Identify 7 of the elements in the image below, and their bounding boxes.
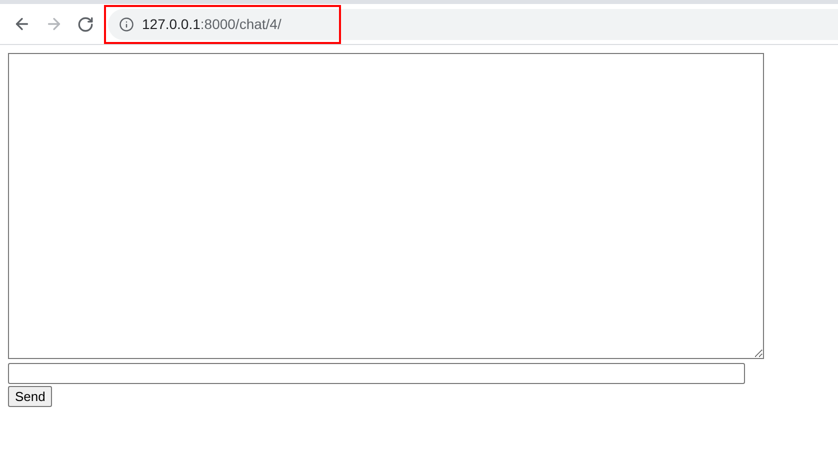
address-bar[interactable]: 127.0.0.1:8000/chat/4/ (108, 8, 838, 40)
url-text: 127.0.0.1:8000/chat/4/ (142, 14, 282, 34)
message-input[interactable] (8, 363, 745, 384)
back-icon[interactable] (13, 15, 31, 33)
reload-icon[interactable] (77, 16, 94, 32)
info-icon (119, 16, 134, 32)
send-button[interactable]: Send (8, 386, 52, 407)
